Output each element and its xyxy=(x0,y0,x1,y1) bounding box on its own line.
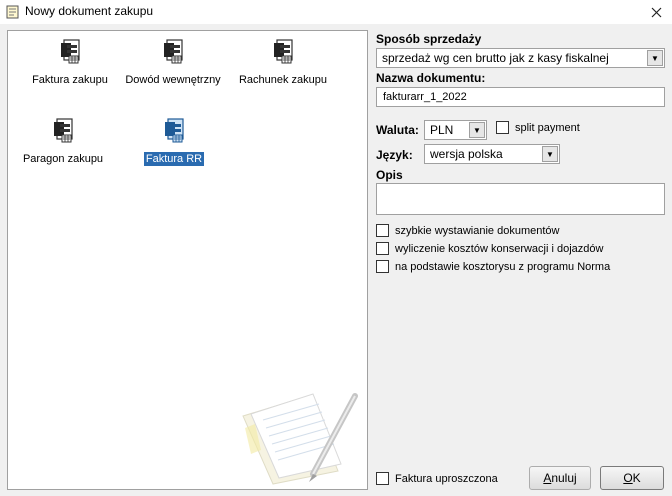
doc-name-label: Nazwa dokumentu: xyxy=(376,71,486,85)
doc-name-field[interactable]: fakturarr_1_2022 xyxy=(376,87,665,107)
option-checkbox[interactable] xyxy=(376,260,389,273)
cancel-button-label: Anuluj xyxy=(543,471,577,485)
option-row[interactable]: wyliczenie kosztów konserwacji i dojazdó… xyxy=(376,242,603,255)
invoice-icon xyxy=(61,39,80,64)
document-icon xyxy=(6,5,19,19)
currency-select[interactable]: PLN ▼ xyxy=(424,120,487,140)
doc-label-selected: Faktura RR xyxy=(143,152,205,166)
receipt-icon xyxy=(54,118,73,143)
doc-item-faktura-rr[interactable]: Faktura RR xyxy=(124,116,224,176)
split-payment-label: split payment xyxy=(515,121,580,134)
description-label: Opis xyxy=(376,168,403,182)
invoice-rr-icon xyxy=(165,118,184,143)
language-value: wersja polska xyxy=(430,147,503,161)
close-icon xyxy=(651,7,661,17)
split-payment-checkbox[interactable] xyxy=(496,121,509,134)
close-button[interactable] xyxy=(640,0,672,24)
chevron-down-icon[interactable]: ▼ xyxy=(542,146,558,162)
ok-button[interactable]: OK xyxy=(600,466,664,490)
notepad-pen-illustration xyxy=(242,393,358,485)
doc-item-rachunek-zakupu[interactable]: Rachunek zakupu xyxy=(233,37,333,97)
document-type-list: Faktura zakupu Dowód wewnętrzny Rachunek… xyxy=(7,30,368,490)
sales-method-select[interactable]: sprzedaż wg cen brutto jak z kasy fiskal… xyxy=(376,48,665,68)
title-bar: Nowy dokument zakupu xyxy=(0,0,672,24)
doc-item-dowod-wewnetrzny[interactable]: Dowód wewnętrzny xyxy=(123,37,223,97)
simplified-invoice-label: Faktura uproszczona xyxy=(395,472,498,485)
option-label: szybkie wystawianie dokumentów xyxy=(395,224,560,237)
option-label: wyliczenie kosztów konserwacji i dojazdó… xyxy=(395,242,604,255)
sales-method-value: sprzedaż wg cen brutto jak z kasy fiskal… xyxy=(382,51,609,65)
option-label: na podstawie kosztorysu z programu Norma xyxy=(395,260,611,273)
language-label: Język: xyxy=(376,148,413,162)
bill-icon xyxy=(274,39,293,64)
chevron-down-icon[interactable]: ▼ xyxy=(647,50,663,66)
option-row[interactable]: na podstawie kosztorysu z programu Norma xyxy=(376,260,610,273)
doc-label: Faktura zakupu xyxy=(32,74,108,86)
option-checkbox[interactable] xyxy=(376,242,389,255)
sales-method-label: Sposób sprzedaży xyxy=(376,32,482,46)
doc-label: Rachunek zakupu xyxy=(238,74,328,86)
doc-label: Dowód wewnętrzny xyxy=(125,74,221,86)
chevron-down-icon[interactable]: ▼ xyxy=(469,122,485,138)
cancel-button[interactable]: Anuluj xyxy=(529,466,591,490)
option-row[interactable]: szybkie wystawianie dokumentów xyxy=(376,224,559,237)
doc-item-faktura-zakupu[interactable]: Faktura zakupu xyxy=(20,37,120,97)
window-title: Nowy dokument zakupu xyxy=(25,4,154,18)
doc-label: Paragon zakupu xyxy=(22,153,104,165)
doc-item-paragon-zakupu[interactable]: Paragon zakupu xyxy=(13,116,113,176)
internal-receipt-icon xyxy=(164,39,183,64)
option-checkbox[interactable] xyxy=(376,224,389,237)
simplified-invoice-checkbox[interactable] xyxy=(376,472,389,485)
split-payment-checkbox-row[interactable]: split payment xyxy=(496,121,580,134)
description-field[interactable] xyxy=(376,183,665,215)
currency-label: Waluta: xyxy=(376,123,419,137)
currency-value: PLN xyxy=(430,123,454,137)
language-select[interactable]: wersja polska ▼ xyxy=(424,144,560,164)
ok-button-label: OK xyxy=(623,471,641,485)
simplified-invoice-row[interactable]: Faktura uproszczona xyxy=(376,472,498,485)
